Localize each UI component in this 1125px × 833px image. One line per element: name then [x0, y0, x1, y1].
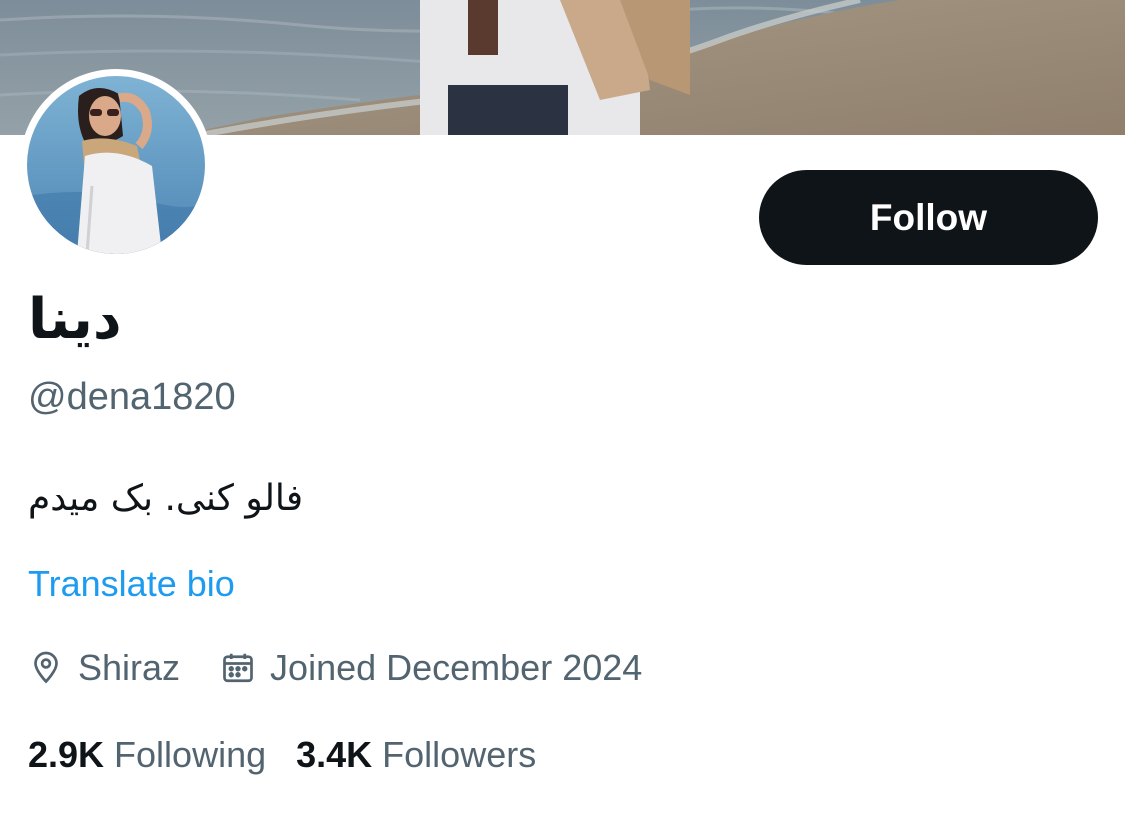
following-count: 2.9K — [28, 734, 105, 775]
followers-stat[interactable]: 3.4K Followers — [296, 734, 536, 776]
followers-count: 3.4K — [296, 734, 373, 775]
joined-item: Joined December 2024 — [220, 647, 642, 689]
joined-text: Joined December 2024 — [270, 647, 643, 688]
location-pin-icon — [28, 650, 64, 686]
translate-bio-link[interactable]: Translate bio — [28, 563, 235, 605]
profile-meta: Shiraz Joined December 2024 — [28, 645, 642, 691]
display-name: دينا — [28, 287, 122, 352]
location-text: Shiraz — [78, 647, 181, 688]
profile-bio: فالو کنی. بک میدم — [28, 478, 304, 519]
follow-button[interactable]: Follow — [759, 170, 1098, 265]
calendar-icon — [220, 650, 256, 686]
follow-stats: 2.9K Following 3.4K Followers — [28, 732, 536, 778]
followers-label: Followers — [382, 734, 537, 775]
avatar-frame[interactable] — [20, 69, 212, 261]
user-handle: @dena1820 — [28, 376, 236, 418]
following-stat[interactable]: 2.9K Following — [28, 734, 266, 776]
following-label: Following — [114, 734, 267, 775]
location-item: Shiraz — [28, 647, 180, 689]
avatar[interactable] — [27, 76, 205, 254]
